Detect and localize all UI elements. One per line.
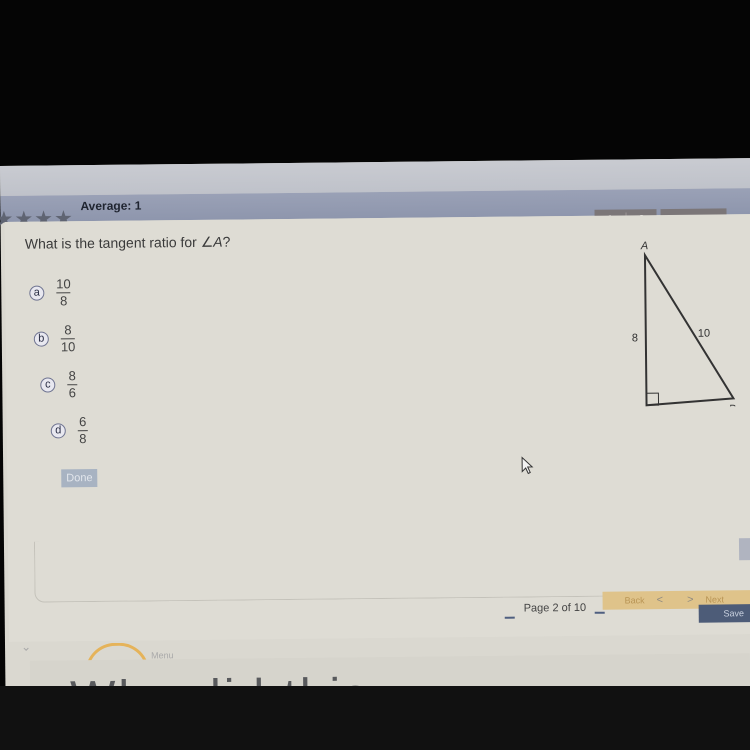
option-d[interactable]: d 6 8 [50, 407, 88, 453]
prev-arrow-icon[interactable]: < [657, 594, 664, 606]
right-angle-marker [645, 392, 660, 406]
angle-variable: A [213, 233, 223, 250]
back-button[interactable]: Back [625, 595, 645, 605]
triangle-figure: A B C 8 10 6 [632, 240, 736, 407]
question-suffix: ? [222, 233, 231, 250]
next-button[interactable]: Next [705, 594, 724, 604]
denominator: 8 [59, 292, 68, 308]
side-tab [738, 538, 750, 561]
numerator: 10 [56, 275, 71, 291]
fraction-a: 10 8 [56, 275, 71, 308]
angle-symbol: ∠ [200, 233, 214, 250]
photo-frame: ★ ★ ★ ★ Average: 1 1 0 2 of 10 What is t… [0, 0, 750, 750]
vertex-b-label: B [729, 403, 736, 407]
option-c[interactable]: c 8 6 [40, 361, 87, 407]
done-button[interactable]: Done [61, 468, 98, 488]
question-text: What is the tangent ratio for ∠A? [25, 234, 231, 253]
numerator: 6 [78, 413, 87, 429]
radio-bubble-d[interactable]: d [50, 422, 66, 438]
denominator: 6 [68, 384, 77, 400]
quiz-screen: ★ ★ ★ ★ Average: 1 1 0 2 of 10 What is t… [0, 158, 750, 706]
side-ab-label: 10 [698, 328, 710, 340]
page-indicator: Page 2 of 10 [523, 601, 587, 615]
question-prefix: What is the tangent ratio for [24, 233, 201, 252]
numerator: 8 [68, 367, 76, 383]
page-divider-right [594, 611, 605, 614]
monitor-bezel [0, 686, 750, 750]
denominator: 8 [79, 430, 87, 446]
numerator: 8 [64, 321, 72, 337]
vertex-a-label: A [640, 240, 648, 252]
triangle-shape [643, 251, 736, 407]
fraction-c: 8 6 [67, 367, 78, 400]
fraction-b: 8 10 [60, 321, 76, 354]
save-button[interactable]: Save [698, 603, 750, 623]
fraction-d: 6 8 [77, 413, 88, 446]
radio-bubble-c[interactable]: c [40, 376, 56, 393]
radio-bubble-a[interactable]: a [29, 285, 45, 301]
answer-options: a 10 8 b 8 10 c 8 6 d 6 8 [29, 269, 88, 454]
chevron-down-icon[interactable]: ⌄ [21, 640, 31, 654]
option-b[interactable]: b 8 10 [33, 315, 87, 362]
side-ac-label: 8 [632, 332, 638, 344]
next-arrow-icon[interactable]: > [687, 594, 694, 606]
average-rating: Average: 1 [80, 198, 142, 214]
radio-bubble-b[interactable]: b [33, 330, 49, 347]
option-a[interactable]: a 10 8 [29, 269, 86, 316]
mouse-pointer-icon [521, 456, 534, 475]
page-divider-left [504, 616, 515, 619]
denominator: 10 [60, 338, 76, 354]
